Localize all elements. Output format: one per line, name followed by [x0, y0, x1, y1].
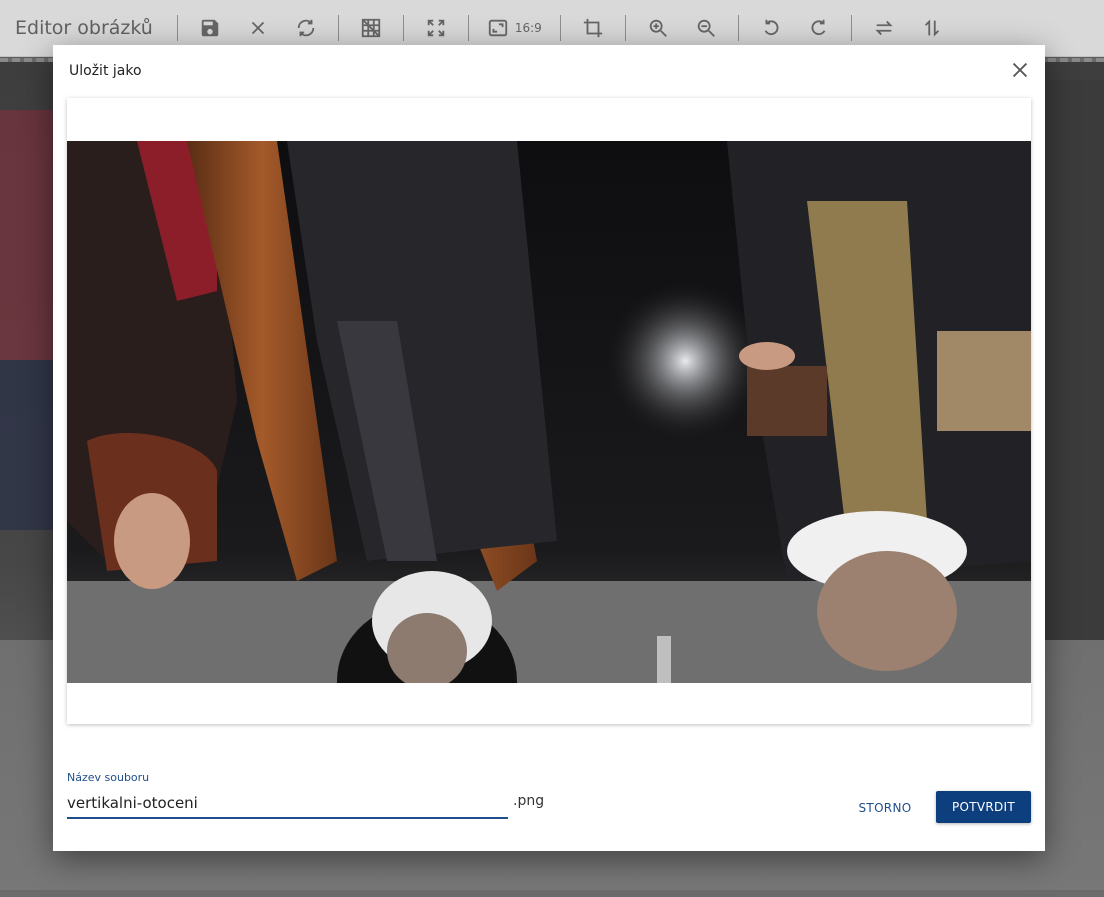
confirm-button[interactable]: POTVRDIT: [936, 791, 1031, 823]
cancel-button[interactable]: STORNO: [849, 793, 921, 823]
toolbar-divider: [337, 15, 339, 41]
rotate-left-button[interactable]: [747, 8, 795, 48]
reset-icon: [297, 19, 315, 37]
aspect-ratio-button[interactable]: 16:9: [477, 8, 552, 48]
zoom-in-button[interactable]: [634, 8, 682, 48]
save-icon: [201, 19, 219, 37]
preview-photo: [67, 141, 1031, 683]
flip-vertical-icon: [924, 19, 939, 37]
toolbar-divider: [624, 15, 626, 41]
background-detail: [0, 360, 55, 530]
fullscreen-button[interactable]: [412, 8, 460, 48]
close-icon: [1012, 62, 1028, 78]
flip-horizontal-button[interactable]: [860, 8, 908, 48]
close-icon: [251, 21, 264, 35]
crop-icon: [583, 18, 602, 38]
filename-input[interactable]: [67, 789, 508, 819]
toolbar-divider: [737, 15, 739, 41]
toolbar-divider: [402, 15, 404, 41]
crop-button[interactable]: [569, 8, 617, 48]
app-title: Editor obrázků: [15, 17, 153, 39]
flip-horizontal-icon: [875, 20, 893, 36]
rotate-left-icon: [764, 19, 779, 36]
grid-off-icon: [361, 18, 381, 38]
file-extension: .png: [513, 793, 545, 809]
save-button[interactable]: [186, 8, 234, 48]
toolbar-divider: [176, 15, 178, 41]
fullscreen-icon: [427, 19, 445, 37]
toolbar-divider: [850, 15, 852, 41]
background-detail: [0, 110, 55, 360]
image-preview: [67, 141, 1031, 683]
toolbar-divider: [467, 15, 469, 41]
image-preview-card: [67, 98, 1031, 724]
toolbar-divider: [559, 15, 561, 41]
aspect-ratio-icon: [488, 19, 508, 37]
rotate-right-icon: [811, 19, 826, 36]
reset-button[interactable]: [282, 8, 330, 48]
grid-toggle-button[interactable]: [347, 8, 395, 48]
rotate-right-button[interactable]: [795, 8, 843, 48]
zoom-out-icon: [697, 19, 715, 37]
background-detail: [1042, 80, 1104, 640]
zoom-out-button[interactable]: [682, 8, 730, 48]
filename-label: Název souboru: [67, 771, 150, 784]
flip-vertical-button[interactable]: [908, 8, 956, 48]
discard-button[interactable]: [234, 8, 282, 48]
dialog-close-button[interactable]: [1009, 59, 1031, 81]
save-as-dialog: Uložit jako Název souboru vertikalni-oto…: [53, 45, 1045, 851]
aspect-ratio-label: 16:9: [514, 21, 542, 35]
zoom-in-icon: [649, 19, 667, 37]
dialog-title: Uložit jako: [69, 63, 142, 79]
